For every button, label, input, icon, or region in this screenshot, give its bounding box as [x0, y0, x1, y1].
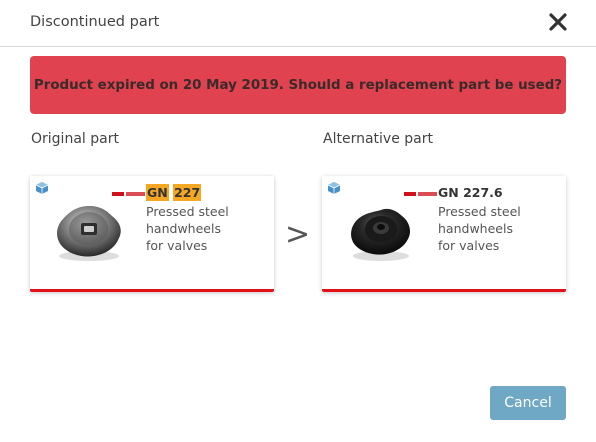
card-accent-bar [322, 289, 566, 292]
handwheel-image [57, 206, 121, 261]
alert-message: Product expired on 20 May 2019. Should a… [33, 77, 563, 93]
original-part-description: Pressed steel handwheels for valves [146, 203, 229, 254]
3d-cube-icon[interactable] [327, 181, 341, 195]
alternative-part-description: Pressed steel handwheels for valves [438, 203, 521, 254]
close-icon [549, 13, 567, 31]
ganter-logo [112, 192, 145, 196]
description-line: Pressed steel [438, 204, 521, 219]
code-number: 227 [173, 184, 202, 201]
cancel-button[interactable]: Cancel [490, 386, 566, 420]
close-button[interactable] [546, 10, 570, 34]
ganter-logo [404, 192, 437, 196]
description-line: handwheels [438, 221, 513, 236]
card-accent-bar [30, 289, 274, 292]
expiry-alert: Product expired on 20 May 2019. Should a… [30, 56, 566, 114]
dialog-header: Discontinued part [0, 0, 596, 47]
description-line: Pressed steel [146, 204, 229, 219]
original-part-card[interactable]: GN 227 Pressed steel handwheels for valv… [30, 176, 274, 292]
alternative-part-code: GN 227.6 [438, 185, 503, 200]
original-part-code: GN 227 [146, 184, 202, 201]
code-prefix: GN [146, 184, 169, 201]
description-line: for valves [438, 238, 500, 253]
description-line: handwheels [146, 221, 221, 236]
replacement-arrow: > [285, 217, 311, 252]
alternative-part-heading: Alternative part [323, 131, 433, 147]
alternative-part-card[interactable]: GN 227.6 Pressed steel handwheels for va… [322, 176, 566, 292]
original-part-heading: Original part [31, 131, 119, 147]
3d-cube-icon[interactable] [35, 181, 49, 195]
discontinued-part-dialog: Discontinued part Product expired on 20 … [0, 0, 596, 442]
dialog-title: Discontinued part [30, 14, 160, 30]
handwheel-image [351, 208, 410, 261]
description-line: for valves [146, 238, 208, 253]
